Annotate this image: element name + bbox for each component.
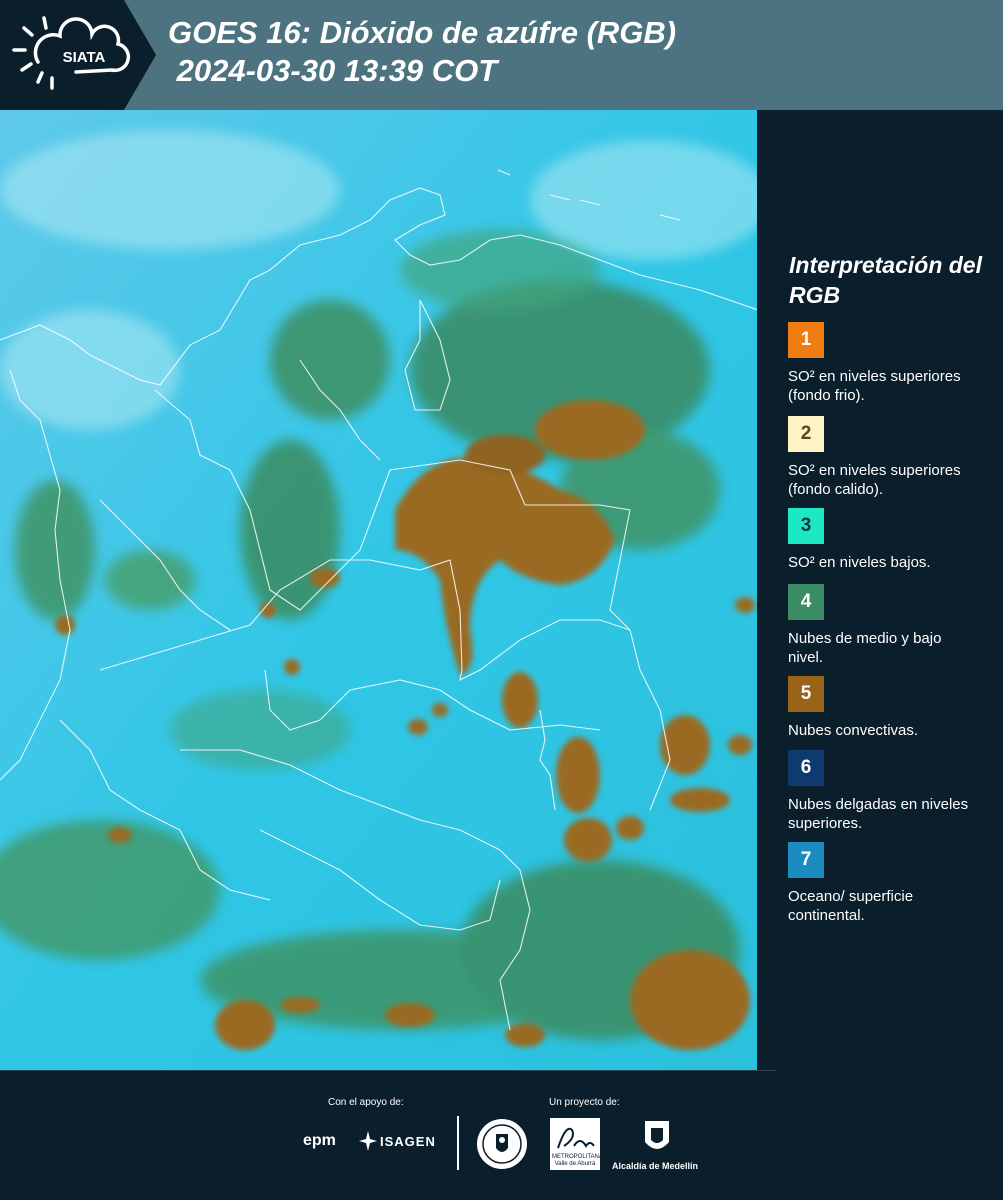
alcaldia-shield-icon [645,1121,669,1149]
footer-divider-line [0,1070,776,1071]
project-label: Un proyecto de: [549,1097,620,1108]
title-line-2: 2024-03-30 13:39 COT [168,53,498,88]
support-label: Con el apoyo de: [328,1097,404,1108]
legend-panel: Interpretación del RGB 1 SO² en niveles … [760,110,1003,1070]
legend-item-5: 5 Nubes convectivas. [788,676,998,740]
legend-number: 7 [800,849,812,870]
legend-item-2: 2 SO² en niveles superiores (fondo calid… [788,416,998,499]
legend-item-3: 3 SO² en niveles bajos. [788,508,998,572]
legend-text: Nubes de medio y bajo nivel. [788,630,942,666]
legend-number: 4 [800,591,812,612]
isagen-logo: ISAGEN [380,1134,436,1149]
alcaldia-text: Alcaldía de Medellín [612,1161,699,1171]
legend-swatch-3: 3 [788,508,824,544]
legend-text: Nubes convectivas. [788,722,919,739]
page-title: GOES 16: Dióxido de azúfre (RGB) 2024-03… [168,14,676,90]
isagen-mark-icon [359,1131,377,1151]
legend-swatch-2: 2 [788,416,824,452]
legend-text: Nubes delgadas en niveles superiores. [788,796,969,832]
footer: Con el apoyo de: Un proyecto de: epm ISA… [0,1070,1003,1200]
legend-item-7: 7 Oceano/ superficie continental. [788,842,998,925]
satellite-map [0,110,770,1070]
legend-item-6: 6 Nubes delgadas en niveles superiores. [788,750,998,833]
header: SIATA GOES 16: Dióxido de azúfre (RGB) 2… [0,0,1003,110]
legend-title: Interpretación del RGB [789,252,982,308]
legend-number: 2 [800,423,812,444]
legend-number: 6 [800,757,812,778]
legend-text: SO² en niveles superiores (fondo calido)… [788,462,961,498]
legend-swatch-7: 7 [788,842,824,878]
legend-item-1: 1 SO² en niveles superiores (fondo frio)… [788,322,998,405]
legend-swatch-4: 4 [788,584,824,620]
logo-text: SIATA [63,49,106,66]
epm-logo: epm [303,1132,336,1149]
medellin-seal-icon [477,1119,527,1169]
legend-item-4: 4 Nubes de medio y bajo nivel. [788,584,998,667]
legend-number: 5 [800,683,812,704]
legend-number: 3 [800,515,812,536]
legend-swatch-1: 1 [788,322,824,358]
legend-text: Oceano/ superficie continental. [788,888,914,924]
legend-text: SO² en niveles bajos. [788,554,931,571]
metro-text: METROPOLITANA Valle de Aburrá [552,1154,603,1167]
title-line-1: GOES 16: Dióxido de azúfre (RGB) [168,15,677,50]
footer-vertical-divider [457,1116,459,1170]
legend-text: SO² en niveles superiores (fondo frio). [788,368,961,404]
siata-logo: SIATA [0,0,156,110]
legend-number: 1 [800,329,812,350]
legend-swatch-5: 5 [788,676,824,712]
legend-swatch-6: 6 [788,750,824,786]
